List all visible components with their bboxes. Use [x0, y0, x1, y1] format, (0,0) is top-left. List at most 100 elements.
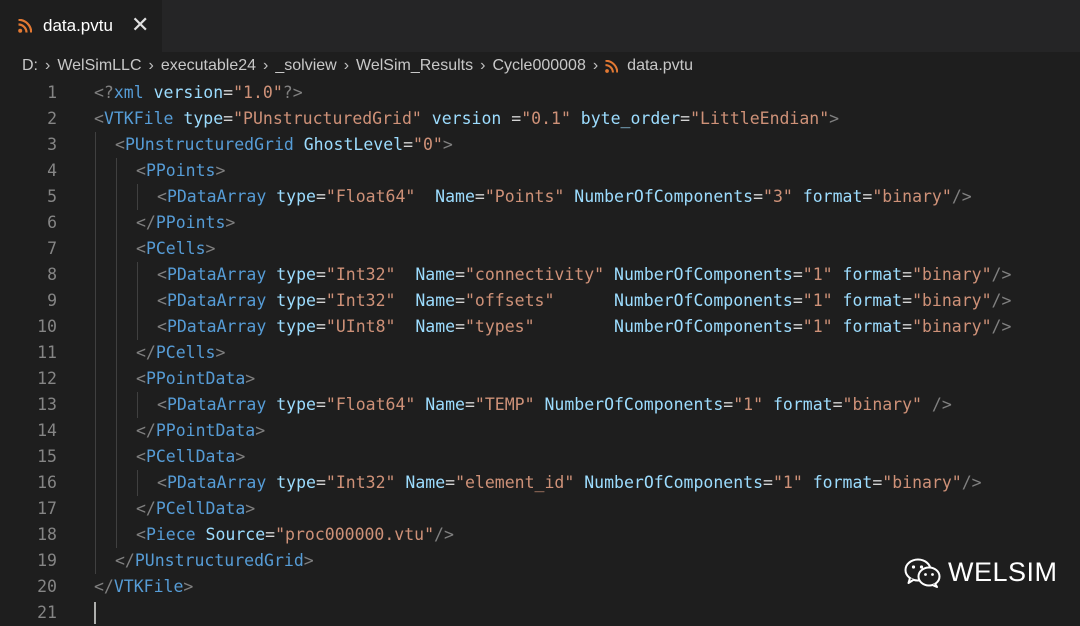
code-line[interactable]: 15 <PCellData>: [0, 444, 1080, 470]
indent-guide: [95, 444, 96, 470]
indent-guide: [137, 470, 138, 496]
indent-guide: [95, 158, 96, 184]
breadcrumb-segment-executable24[interactable]: executable24: [161, 57, 256, 75]
code-token: </: [136, 343, 156, 362]
code-token: type: [276, 265, 316, 284]
code-line[interactable]: 16 <PDataArray type="Int32" Name="element…: [0, 470, 1080, 496]
code-line[interactable]: 12 <PPointData>: [0, 366, 1080, 392]
line-number: 21: [37, 603, 57, 622]
code-token: "binary": [882, 473, 962, 492]
code-text: <VTKFile type="PUnstructuredGrid" versio…: [94, 106, 839, 132]
code-token: "types": [465, 317, 535, 336]
code-token: "binary": [912, 265, 992, 284]
code-token: />: [922, 395, 952, 414]
code-token: ?>: [282, 83, 303, 102]
code-token: NumberOfComponents: [604, 265, 793, 284]
code-token: format: [763, 395, 833, 414]
code-token: =: [680, 109, 691, 128]
code-line[interactable]: 21: [0, 600, 1080, 626]
breadcrumb-segment-welsimllc[interactable]: WelSimLLC: [57, 57, 141, 75]
code-line[interactable]: 10 <PDataArray type="UInt8" Name="types" …: [0, 314, 1080, 340]
code-token: =: [511, 109, 522, 128]
code-token: =: [902, 317, 913, 336]
breadcrumb-segment-welsim-results[interactable]: WelSim_Results: [356, 57, 473, 75]
code-token: >: [829, 109, 840, 128]
code-token: <?: [94, 83, 114, 102]
code-token: />: [991, 291, 1012, 310]
indent-guide: [95, 340, 96, 366]
code-token: >: [215, 343, 226, 362]
code-token: NumberOfComponents: [564, 187, 754, 206]
code-line[interactable]: 8 <PDataArray type="Int32" Name="connecti…: [0, 262, 1080, 288]
code-text: </PPointData>: [136, 418, 265, 444]
code-line[interactable]: 17 </PCellData>: [0, 496, 1080, 522]
code-line[interactable]: 3 <PUnstructuredGrid GhostLevel="0">: [0, 132, 1080, 158]
code-token: "1": [772, 473, 803, 492]
code-token: =: [902, 291, 913, 310]
code-line[interactable]: 1 <?xml version="1.0"?>: [0, 80, 1080, 106]
tab-bar: data.pvtu ✕: [0, 0, 1080, 52]
code-token: =: [445, 473, 456, 492]
code-line[interactable]: 11 </PCells>: [0, 340, 1080, 366]
code-token: PUnstructuredGrid: [124, 135, 304, 154]
code-line[interactable]: 13 <PDataArray type="Float64" Name="TEMP"…: [0, 392, 1080, 418]
indent-guide: [116, 366, 117, 392]
code-line[interactable]: 6 </PPoints>: [0, 210, 1080, 236]
close-icon[interactable]: ✕: [131, 15, 149, 37]
line-number: 19: [37, 551, 57, 570]
code-token: =: [455, 291, 465, 310]
breadcrumb-segment-file[interactable]: data.pvtu: [627, 57, 693, 75]
code-token: GhostLevel: [303, 135, 404, 154]
code-token: "binary": [842, 395, 922, 414]
code-token: Name: [395, 317, 456, 336]
code-token: "LittleEndian": [690, 109, 830, 128]
breadcrumb-segment-solview[interactable]: _solview: [275, 57, 336, 75]
code-token: type: [276, 395, 316, 414]
tab-data-pvtu[interactable]: data.pvtu ✕: [0, 0, 162, 52]
code-text: <PDataArray type="UInt8" Name="types" Nu…: [157, 314, 1011, 340]
code-line[interactable]: 7 <PCells>: [0, 236, 1080, 262]
code-line[interactable]: 18 <Piece Source="proc000000.vtu"/>: [0, 522, 1080, 548]
code-token: =: [464, 395, 475, 414]
indent-guide: [95, 236, 96, 262]
code-token: =: [223, 109, 234, 128]
indent-guide: [116, 236, 117, 262]
code-text: </PUnstructuredGrid>: [115, 548, 314, 574]
code-line[interactable]: 14 </PPointData>: [0, 418, 1080, 444]
code-token: "Int32": [325, 265, 396, 284]
code-token: NumberOfComponents: [534, 395, 724, 414]
code-text: <PCellData>: [136, 444, 245, 470]
code-line[interactable]: 2 <VTKFile type="PUnstructuredGrid" versi…: [0, 106, 1080, 132]
code-token: PCells: [145, 239, 206, 258]
breadcrumb-segment-drive[interactable]: D:: [22, 57, 38, 75]
code-line[interactable]: 5 <PDataArray type="Float64" Name="Points…: [0, 184, 1080, 210]
line-number: 11: [37, 343, 57, 362]
code-token: type: [276, 317, 316, 336]
code-token: =: [832, 395, 843, 414]
code-token: <: [115, 135, 125, 154]
code-token: PDataArray: [166, 395, 277, 414]
code-token: =: [265, 525, 276, 544]
code-token: <: [157, 317, 167, 336]
line-number: 1: [47, 83, 57, 102]
chevron-right-icon: ›: [480, 57, 486, 74]
code-token: >: [235, 447, 246, 466]
code-line[interactable]: 9 <PDataArray type="Int32" Name="offsets"…: [0, 288, 1080, 314]
code-token: <: [136, 239, 146, 258]
code-token: version: [153, 83, 224, 102]
code-token: Name: [415, 187, 475, 206]
watermark: WELSIM: [904, 557, 1058, 588]
line-number: 17: [37, 499, 57, 518]
breadcrumb-segment-cycle[interactable]: Cycle000008: [492, 57, 585, 75]
code-editor[interactable]: 1 <?xml version="1.0"?> 2 <VTKFile type="PU…: [0, 80, 1080, 624]
code-text: <?xml version="1.0"?>: [94, 80, 303, 106]
code-token: >: [215, 161, 226, 180]
code-token: "1": [802, 291, 833, 310]
code-token: "0.1": [521, 109, 571, 128]
code-token: PDataArray: [166, 291, 277, 310]
rss-icon: [605, 59, 619, 73]
code-token: <: [136, 447, 146, 466]
indent-guide: [95, 210, 96, 236]
code-token: />: [991, 317, 1012, 336]
code-line[interactable]: 4 <PPoints>: [0, 158, 1080, 184]
